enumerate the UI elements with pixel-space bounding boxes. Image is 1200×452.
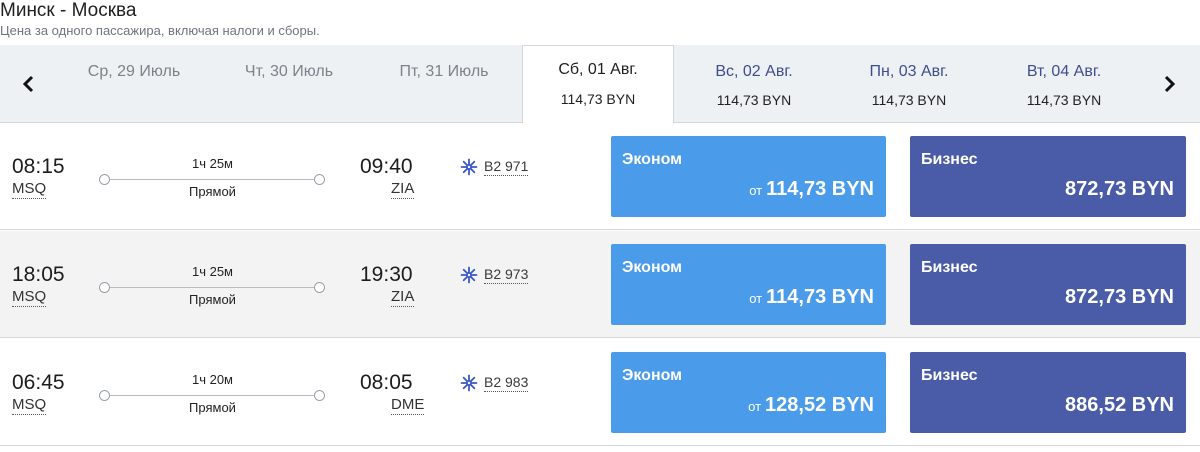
flight-number[interactable]: B2 971 (484, 158, 529, 176)
economy-fare-button[interactable]: Эконом от 114,73 BYN (611, 244, 886, 325)
flight-duration: 1ч 20м (191, 372, 233, 387)
next-dates-button[interactable] (1155, 69, 1185, 99)
economy-fare-button[interactable]: Эконом от 128,52 BYN (611, 352, 886, 433)
price-from-label: от (748, 399, 762, 414)
business-price: 872,73 BYN (1065, 178, 1174, 200)
fare-class-label: Эконом (622, 259, 683, 276)
route-end-dot (314, 390, 325, 401)
date-price: 114,73 BYN (1026, 92, 1102, 108)
fare-class-label: Бизнес (921, 151, 978, 168)
business-fare-button[interactable]: Бизнес 872,73 BYN (910, 136, 1186, 217)
flight-stops: Прямой (189, 292, 236, 307)
departure-airport-code[interactable]: MSQ (12, 180, 47, 199)
date-price: 114,73 BYN (716, 92, 792, 108)
date-label: Чт, 30 Июль (244, 63, 334, 80)
chevron-right-icon (1164, 75, 1176, 93)
departure-time: 18:05 (12, 263, 65, 286)
route-start-dot (99, 390, 110, 401)
route-line (104, 179, 320, 180)
business-price: 886,52 BYN (1065, 394, 1174, 416)
fare-class-label: Эконом (622, 151, 683, 168)
route-start-dot (99, 174, 110, 185)
date-label: Сб, 01 Авг. (558, 61, 638, 78)
flight-duration: 1ч 25м (191, 264, 233, 279)
flight-stops: Прямой (189, 184, 236, 199)
date-tab-2[interactable]: Пт, 31 Июль (368, 45, 520, 123)
flight-row: 18:05 MSQ 1ч 25м Прямой 19:30 ZIA B2 973… (0, 231, 1200, 338)
fare-price: от 114,73 BYN (749, 177, 874, 203)
flight-number[interactable]: B2 973 (484, 266, 529, 284)
departure-time: 08:15 (12, 155, 65, 178)
price-from-label: от (749, 183, 763, 198)
arrival-time: 08:05 (360, 371, 413, 394)
belavia-logo-icon (460, 158, 478, 176)
departure-time: 06:45 (12, 371, 65, 394)
chevron-left-icon (22, 75, 34, 93)
date-tab-6[interactable]: Вт, 04 Авг. 114,73 BYN (988, 45, 1140, 123)
date-tab-3[interactable]: Сб, 01 Авг. 114,73 BYN (522, 45, 674, 124)
economy-price: 114,73 BYN (766, 286, 874, 308)
arrival-airport-code[interactable]: ZIA (391, 180, 415, 199)
economy-fare-button[interactable]: Эконом от 114,73 BYN (611, 136, 886, 217)
price-note: Цена за одного пассажира, включая налоги… (0, 23, 320, 38)
flight-row: 08:15 MSQ 1ч 25м Прямой 09:40 ZIA B2 971… (0, 123, 1200, 230)
date-tab-0[interactable]: Ср, 29 Июль (58, 45, 210, 123)
date-label: Ср, 29 Июль (87, 63, 181, 80)
date-tab-1[interactable]: Чт, 30 Июль (213, 45, 365, 123)
business-price: 872,73 BYN (1065, 286, 1174, 308)
route-line (104, 287, 320, 288)
arrival-time: 19:30 (360, 263, 413, 286)
belavia-logo-icon (460, 374, 478, 392)
economy-price: 114,73 BYN (766, 178, 874, 200)
departure-airport-code[interactable]: MSQ (12, 396, 47, 415)
business-fare-button[interactable]: Бизнес 872,73 BYN (910, 244, 1186, 325)
route-start-dot (99, 282, 110, 293)
date-label: Вс, 02 Авг. (715, 63, 793, 80)
flight-duration: 1ч 25м (191, 156, 233, 171)
flight-stops: Прямой (189, 400, 236, 415)
route-line (104, 395, 320, 396)
flight-number[interactable]: B2 983 (484, 374, 529, 392)
date-price: 114,73 BYN (560, 91, 636, 107)
arrival-airport-code[interactable]: DME (391, 396, 425, 415)
fare-class-label: Бизнес (921, 367, 978, 384)
price-from-label: от (749, 291, 763, 306)
route-title: Минск - Москва (0, 0, 137, 21)
departure-airport-code[interactable]: MSQ (12, 288, 47, 307)
date-selector: Ср, 29 Июль Чт, 30 Июль Пт, 31 Июль Сб, … (0, 45, 1200, 124)
date-tab-5[interactable]: Пн, 03 Авг. 114,73 BYN (833, 45, 985, 123)
fare-class-label: Эконом (622, 367, 683, 384)
business-fare-button[interactable]: Бизнес 886,52 BYN (910, 352, 1186, 433)
route-end-dot (314, 282, 325, 293)
fare-price: от 114,73 BYN (749, 285, 874, 311)
date-label: Пт, 31 Июль (399, 63, 489, 80)
fare-price: от 128,52 BYN (748, 393, 874, 419)
route-end-dot (314, 174, 325, 185)
date-label: Пн, 03 Авг. (869, 63, 949, 80)
date-tab-4[interactable]: Вс, 02 Авг. 114,73 BYN (678, 45, 830, 123)
date-label: Вт, 04 Авг. (1026, 63, 1102, 80)
arrival-airport-code[interactable]: ZIA (391, 288, 415, 307)
date-price: 114,73 BYN (871, 92, 947, 108)
prev-dates-button[interactable] (13, 69, 43, 99)
belavia-logo-icon (460, 266, 478, 284)
economy-price: 128,52 BYN (765, 394, 874, 416)
fare-class-label: Бизнес (921, 259, 978, 276)
flight-row: 06:45 MSQ 1ч 20м Прямой 08:05 DME B2 983… (0, 339, 1200, 446)
arrival-time: 09:40 (360, 155, 413, 178)
